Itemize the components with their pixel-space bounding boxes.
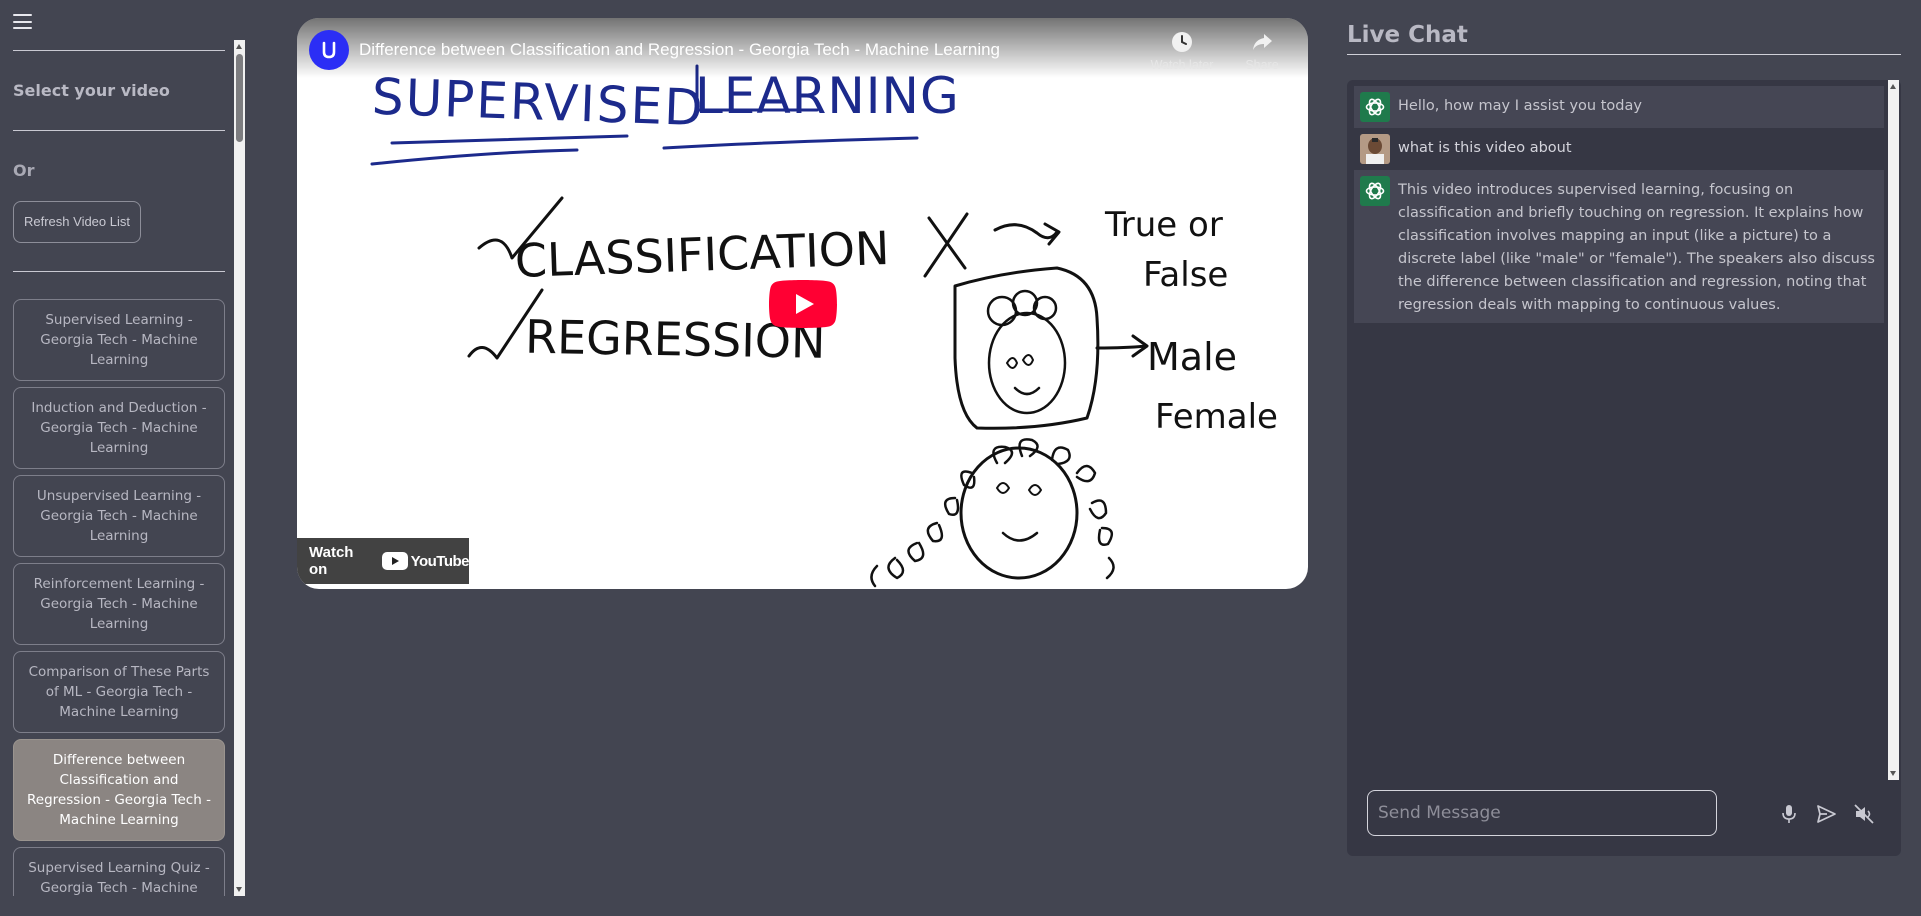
live-chat-title: Live Chat [1347, 22, 1468, 48]
watch-later-label: Watch later [1150, 58, 1214, 72]
youtube-wordmark: YouTube [410, 552, 470, 570]
chat-message-text: what is this video about [1398, 140, 1572, 156]
refresh-video-list-button[interactable]: Refresh Video List [13, 201, 141, 243]
or-label: Or [13, 161, 35, 180]
watch-on-label: Watch on [309, 544, 354, 578]
chat-message-user: what is this video about [1354, 128, 1884, 170]
whiteboard-true-or: True or [1104, 205, 1223, 245]
send-icon[interactable] [1814, 802, 1838, 826]
play-button-icon[interactable] [769, 280, 837, 328]
share-arrow-icon [1253, 34, 1272, 50]
sidebar-scroll-area: Select your video Or Refresh Video List … [0, 40, 245, 896]
youtube-logo: YouTube [381, 552, 470, 570]
video-list-item[interactable]: Supervised Learning Quiz - Georgia Tech … [13, 847, 225, 896]
video-title-link[interactable]: Difference between Classification and Re… [359, 40, 1000, 60]
youtube-play-logo-icon [381, 552, 408, 570]
youtube-embed[interactable]: SUPERVISED LEARNING CLASSIFICATION REGRE… [297, 18, 1308, 589]
whiteboard-heading-left: SUPERVISED [371, 68, 706, 138]
share-label: Share [1245, 58, 1279, 72]
share-button[interactable]: Share [1222, 30, 1302, 72]
chatgpt-avatar-icon [1360, 176, 1390, 206]
chat-message-bot: This video introduces supervised learnin… [1354, 170, 1884, 323]
chat-panel: Hello, how may I assist you today what i… [1347, 80, 1901, 856]
scroll-down-arrow-icon[interactable] [236, 887, 242, 892]
whiteboard-male: Male [1147, 335, 1237, 379]
whiteboard-false: False [1143, 255, 1228, 295]
watch-later-button[interactable]: Watch later [1142, 30, 1222, 72]
chat-message-text: This video introduces supervised learnin… [1398, 182, 1875, 313]
sidebar-scrollbar[interactable] [234, 40, 245, 896]
whiteboard-female: Female [1155, 397, 1278, 437]
scroll-down-arrow-icon[interactable] [1890, 771, 1896, 776]
divider [1347, 54, 1901, 55]
divider [13, 130, 225, 131]
sidebar: Select your video Or Refresh Video List … [0, 0, 245, 900]
channel-avatar[interactable] [309, 30, 349, 70]
scroll-up-arrow-icon[interactable] [1890, 84, 1896, 89]
clock-icon [1172, 32, 1192, 52]
mic-icon[interactable] [1777, 802, 1801, 826]
divider [13, 50, 225, 51]
udacity-logo-icon [322, 41, 336, 59]
speaker-muted-icon[interactable] [1852, 802, 1876, 826]
scrollbar-thumb[interactable] [236, 54, 243, 142]
hamburger-menu-icon[interactable] [13, 14, 32, 29]
video-list-item[interactable]: Induction and Deduction - Georgia Tech -… [13, 387, 225, 469]
chat-scrollbar[interactable] [1888, 80, 1899, 780]
watch-on-youtube-button[interactable]: Watch on YouTube [297, 538, 470, 584]
whiteboard-classification: CLASSIFICATION [514, 221, 890, 288]
chat-message-bot: Hello, how may I assist you today [1354, 86, 1884, 128]
chat-message-list: Hello, how may I assist you today what i… [1354, 86, 1884, 323]
send-message-input[interactable] [1367, 790, 1717, 836]
video-list-item[interactable]: Unsupervised Learning - Georgia Tech - M… [13, 475, 225, 557]
video-list-item[interactable]: Supervised Learning - Georgia Tech - Mac… [13, 299, 225, 381]
chat-message-text: Hello, how may I assist you today [1398, 98, 1642, 114]
user-avatar [1360, 134, 1390, 164]
chatgpt-avatar-icon [1360, 92, 1390, 122]
video-list-item-active[interactable]: Difference between Classification and Re… [13, 739, 225, 841]
scroll-up-arrow-icon[interactable] [236, 44, 242, 49]
video-list-item[interactable]: Comparison of These Parts of ML - Georgi… [13, 651, 225, 733]
select-video-title: Select your video [13, 81, 170, 100]
video-list-item[interactable]: Reinforcement Learning - Georgia Tech - … [13, 563, 225, 645]
video-list: Supervised Learning - Georgia Tech - Mac… [13, 299, 225, 896]
divider [13, 271, 225, 272]
